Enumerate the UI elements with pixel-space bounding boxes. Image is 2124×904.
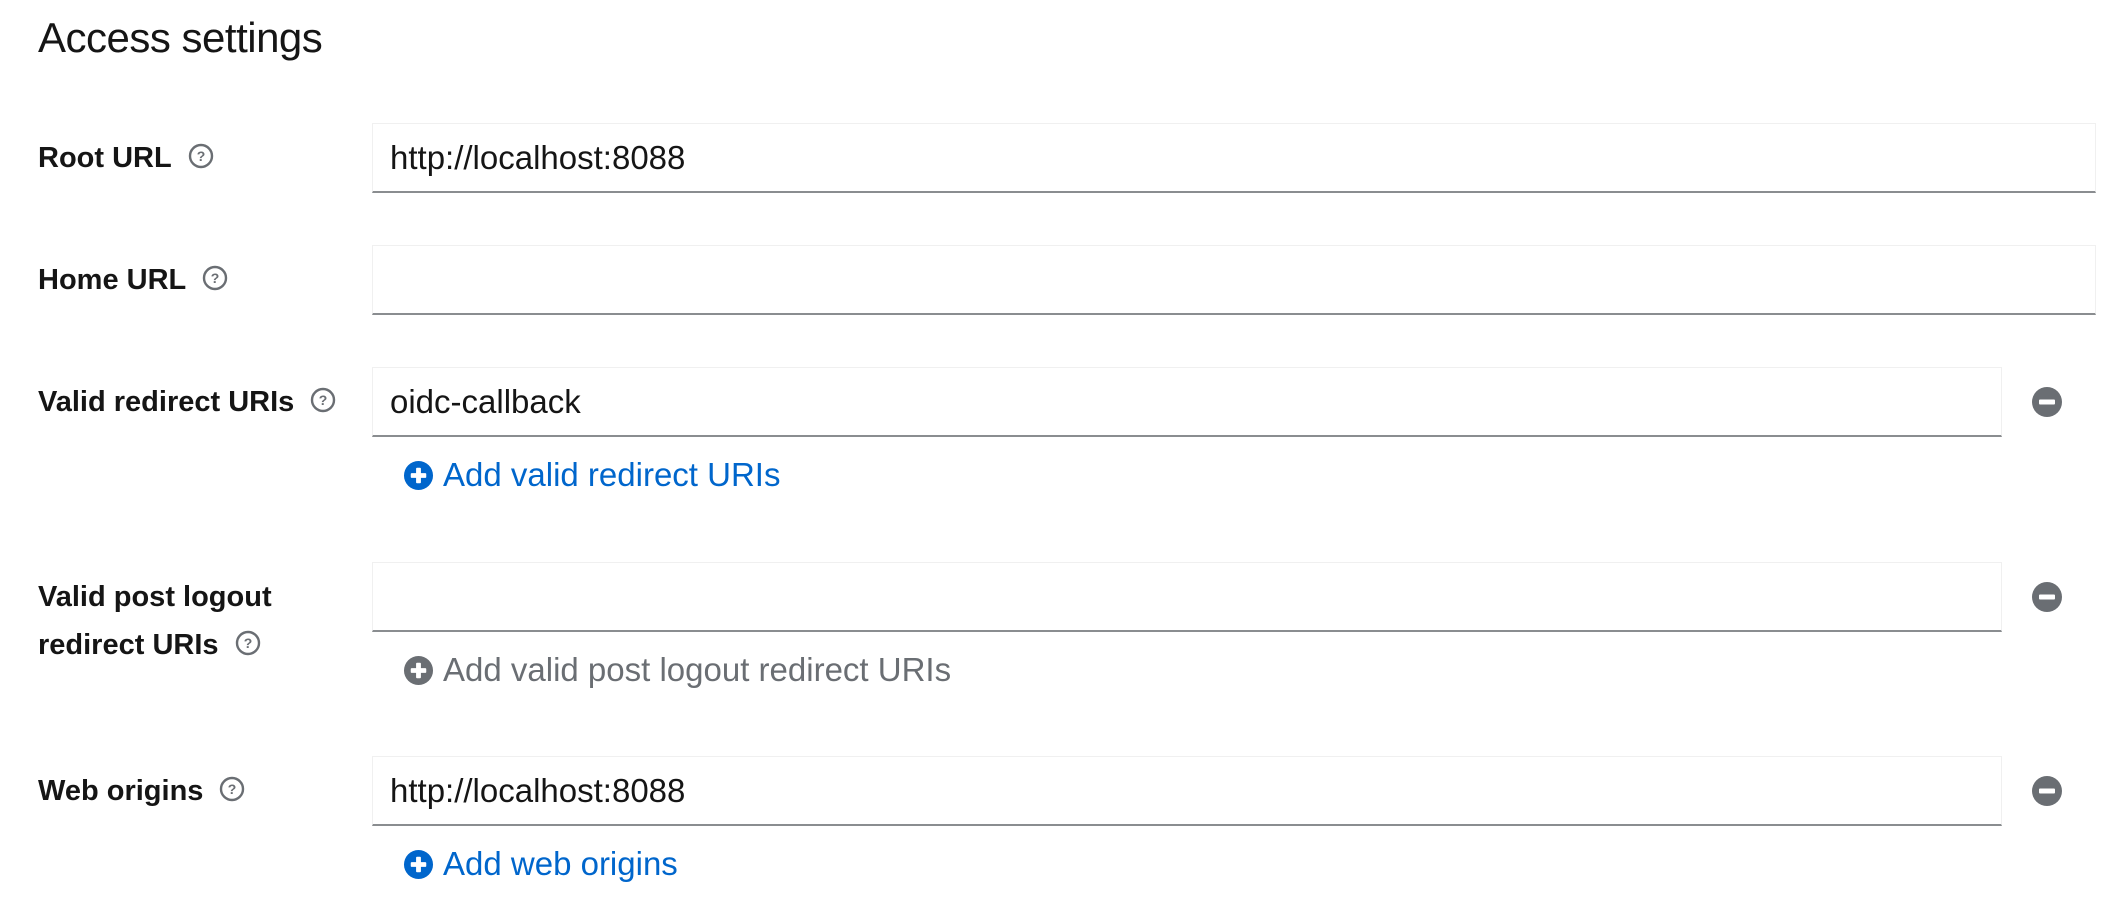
help-icon[interactable]: ?	[219, 776, 245, 802]
remove-redirect-uri-button[interactable]	[2030, 385, 2064, 419]
plus-circle-icon	[403, 460, 434, 490]
root-url-label-text: Root URL	[38, 142, 172, 174]
svg-text:?: ?	[196, 148, 205, 164]
valid-redirect-uri-input[interactable]	[372, 367, 2002, 437]
add-valid-post-logout-redirect-uri-label: Add valid post logout redirect URIs	[443, 651, 952, 688]
remove-web-origin-button[interactable]	[2030, 774, 2064, 808]
help-icon[interactable]: ?	[202, 265, 228, 291]
web-origins-label: Web origins ?	[38, 767, 245, 815]
help-icon[interactable]: ?	[188, 143, 214, 169]
minus-circle-icon	[2032, 776, 2062, 806]
valid-post-logout-label-line2: redirect URIs	[38, 629, 219, 661]
valid-redirect-uris-label: Valid redirect URIs ?	[38, 378, 336, 426]
add-valid-redirect-uri-button[interactable]: Add valid redirect URIs	[403, 455, 780, 495]
minus-circle-icon	[2032, 387, 2062, 417]
svg-text:?: ?	[319, 392, 328, 408]
svg-text:?: ?	[211, 270, 220, 286]
plus-circle-icon	[403, 849, 434, 879]
root-url-label: Root URL ?	[38, 134, 214, 182]
valid-post-logout-redirect-uri-input[interactable]	[372, 562, 2002, 632]
valid-post-logout-label-line1: Valid post logout	[38, 581, 272, 613]
add-web-origin-button[interactable]: Add web origins	[403, 844, 678, 884]
add-web-origin-label: Add web origins	[443, 845, 678, 882]
home-url-input[interactable]	[372, 245, 2096, 315]
web-origin-input[interactable]	[372, 756, 2002, 826]
add-valid-redirect-uri-label: Add valid redirect URIs	[443, 456, 781, 493]
add-valid-post-logout-redirect-uri-button[interactable]: Add valid post logout redirect URIs	[403, 650, 951, 690]
svg-text:?: ?	[243, 635, 252, 651]
section-title: Access settings	[38, 14, 323, 61]
valid-post-logout-label: Valid post logout redirect URIs ?	[38, 573, 272, 669]
svg-text:?: ?	[228, 781, 237, 797]
remove-post-logout-redirect-uri-button[interactable]	[2030, 580, 2064, 614]
help-icon[interactable]: ?	[310, 387, 336, 413]
valid-redirect-uris-label-text: Valid redirect URIs	[38, 386, 295, 418]
home-url-label: Home URL ?	[38, 256, 228, 304]
minus-circle-icon	[2032, 582, 2062, 612]
web-origins-label-text: Web origins	[38, 775, 204, 807]
root-url-input[interactable]	[372, 123, 2096, 193]
plus-circle-icon	[403, 655, 434, 685]
help-icon[interactable]: ?	[235, 630, 261, 656]
home-url-label-text: Home URL	[38, 264, 187, 296]
